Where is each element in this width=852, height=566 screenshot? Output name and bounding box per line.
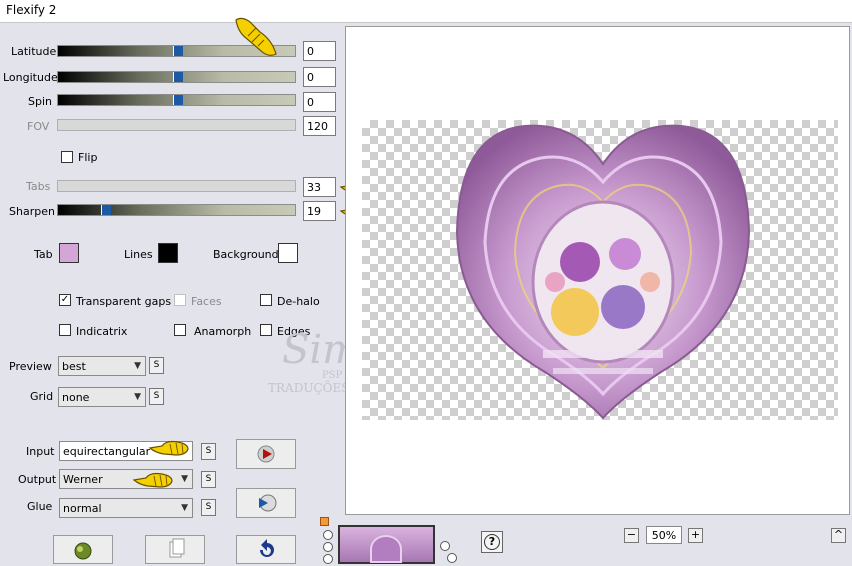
glue-s-button[interactable]: S bbox=[201, 499, 216, 516]
tab-color-label: Tab bbox=[34, 248, 53, 261]
collapse-button[interactable]: ^ bbox=[831, 528, 846, 543]
grid-s-button[interactable]: S bbox=[149, 388, 164, 405]
grid-select-value: none bbox=[62, 391, 90, 404]
preset-marker-icon[interactable] bbox=[320, 517, 329, 526]
play-button[interactable] bbox=[236, 439, 296, 469]
preview-select-value: best bbox=[62, 360, 86, 373]
help-icon: ? bbox=[484, 534, 500, 550]
indicatrix-checkbox[interactable] bbox=[59, 324, 71, 336]
preset-radio[interactable] bbox=[323, 542, 333, 552]
zoom-level[interactable]: 50% bbox=[646, 526, 682, 544]
output-s-button[interactable]: S bbox=[201, 471, 216, 488]
preset-radio[interactable] bbox=[323, 554, 333, 564]
preset-thumbnail[interactable] bbox=[338, 525, 435, 564]
preview-select[interactable]: best ▼ bbox=[58, 356, 146, 376]
zoom-out-button[interactable]: − bbox=[624, 528, 639, 543]
window-title: Flexify 2 bbox=[6, 3, 57, 17]
undo-icon bbox=[260, 539, 274, 557]
indicatrix-label: Indicatrix bbox=[76, 325, 128, 338]
preview-s-button[interactable]: S bbox=[149, 357, 164, 374]
glue-select-value: normal bbox=[63, 502, 102, 515]
longitude-slider[interactable] bbox=[57, 71, 296, 83]
grid-select[interactable]: none ▼ bbox=[58, 387, 146, 407]
tabs-input: 33 bbox=[303, 177, 336, 197]
chevron-down-icon: ▼ bbox=[134, 361, 141, 371]
sharpen-input[interactable]: 19 bbox=[303, 201, 336, 221]
copy-button[interactable] bbox=[145, 535, 205, 564]
anamorph-checkbox[interactable] bbox=[174, 324, 186, 336]
undo-button[interactable] bbox=[236, 535, 296, 564]
pointing-hand-icon bbox=[132, 472, 173, 488]
transparent-gaps-label: Transparent gaps bbox=[76, 295, 172, 308]
input-s-button[interactable]: S bbox=[201, 443, 216, 460]
de-halo-label: De-halo bbox=[277, 295, 320, 308]
sharpen-slider[interactable] bbox=[57, 204, 296, 216]
tabs-label: Tabs bbox=[26, 180, 51, 193]
anamorph-label: Anamorph bbox=[194, 325, 252, 338]
preset-radio[interactable] bbox=[323, 530, 333, 540]
render-button[interactable] bbox=[236, 488, 296, 518]
latitude-label: Latitude bbox=[11, 45, 57, 58]
glue-label: Glue bbox=[27, 500, 53, 513]
preset-radio[interactable] bbox=[447, 553, 457, 563]
input-select-value: equirectangular bbox=[63, 445, 151, 458]
faces-label: Faces bbox=[191, 295, 222, 308]
preset-thumbnail-image bbox=[370, 535, 402, 563]
randomize-icon bbox=[74, 542, 92, 560]
tabs-slider bbox=[57, 180, 296, 192]
grid-label: Grid bbox=[30, 390, 54, 403]
spin-slider[interactable] bbox=[57, 94, 296, 106]
heart-preview-image bbox=[455, 124, 751, 420]
randomize-button[interactable] bbox=[53, 535, 113, 564]
title-bar: Flexify 2 bbox=[0, 0, 852, 23]
chevron-down-icon: ▼ bbox=[181, 474, 188, 484]
lines-color-label: Lines bbox=[124, 248, 153, 261]
render-disc-icon bbox=[259, 494, 277, 512]
background-color-label: Background bbox=[213, 248, 279, 261]
latitude-slider-thumb[interactable] bbox=[173, 46, 183, 56]
transparent-gaps-checkbox[interactable]: ✓ bbox=[59, 294, 71, 306]
chevron-down-icon: ▼ bbox=[134, 392, 141, 402]
sharpen-slider-thumb[interactable] bbox=[101, 205, 111, 215]
flip-label: Flip bbox=[78, 151, 98, 164]
fov-label: FOV bbox=[27, 120, 50, 133]
tab-color-swatch[interactable] bbox=[59, 243, 79, 263]
pointing-hand-icon bbox=[235, 17, 277, 56]
document-icon bbox=[169, 538, 185, 558]
input-label: Input bbox=[26, 445, 55, 458]
spin-slider-thumb[interactable] bbox=[173, 95, 183, 105]
spin-label: Spin bbox=[28, 95, 52, 108]
faces-checkbox bbox=[174, 294, 186, 306]
glue-select[interactable]: normal ▼ bbox=[59, 498, 193, 518]
chevron-down-icon: ▼ bbox=[181, 503, 188, 513]
preset-radio[interactable] bbox=[440, 541, 450, 551]
longitude-input[interactable]: 0 bbox=[303, 67, 336, 87]
latitude-input[interactable]: 0 bbox=[303, 41, 336, 61]
zoom-in-button[interactable]: + bbox=[688, 528, 703, 543]
background-color-swatch[interactable] bbox=[278, 243, 298, 263]
flip-checkbox[interactable] bbox=[61, 151, 73, 163]
spin-input[interactable]: 0 bbox=[303, 92, 336, 112]
fov-input: 120 bbox=[303, 116, 336, 136]
lines-color-swatch[interactable] bbox=[158, 243, 178, 263]
output-label: Output bbox=[18, 473, 57, 486]
longitude-label: Longitude bbox=[3, 71, 58, 84]
pointing-hand-icon bbox=[148, 440, 189, 456]
help-button[interactable]: ? bbox=[481, 531, 503, 553]
sharpen-label: Sharpen bbox=[9, 205, 55, 218]
output-select-value: Werner bbox=[63, 473, 103, 486]
preview-label: Preview bbox=[9, 360, 52, 373]
longitude-slider-thumb[interactable] bbox=[173, 72, 183, 82]
play-icon bbox=[257, 445, 275, 463]
de-halo-checkbox[interactable] bbox=[260, 294, 272, 306]
fov-slider bbox=[57, 119, 296, 131]
